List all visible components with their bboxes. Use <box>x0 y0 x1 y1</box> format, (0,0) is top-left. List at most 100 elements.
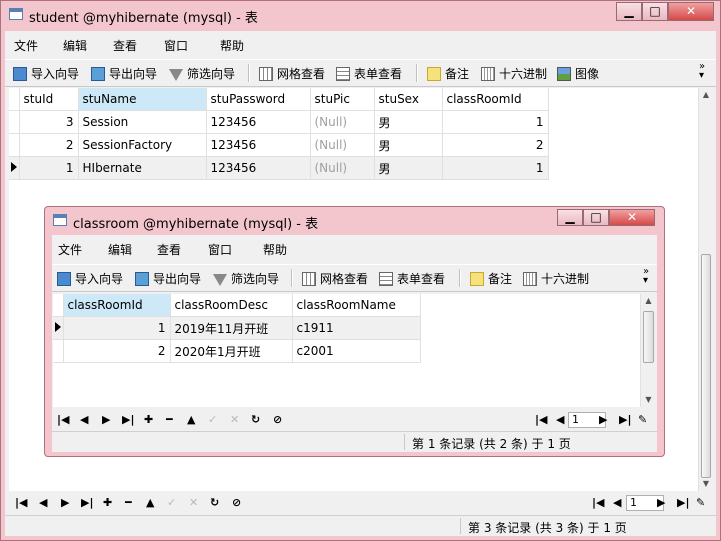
grid-view-button[interactable]: 网格查看 <box>259 65 325 81</box>
table-cell[interactable]: (Null) <box>310 156 375 180</box>
current-row-indicator[interactable] <box>53 316 64 340</box>
close-button[interactable]: ✕ <box>668 2 714 21</box>
scroll-down-icon[interactable]: ▼ <box>699 477 713 491</box>
delete-record-icon[interactable]: ━ <box>125 496 132 509</box>
grid-view-button[interactable]: 网格查看 <box>302 270 368 286</box>
stop-icon[interactable]: ⊘ <box>232 496 241 509</box>
column-header[interactable]: classRoomId <box>442 88 549 111</box>
table-cell[interactable]: 1 <box>442 156 549 180</box>
prev-page-icon[interactable]: ◀ <box>613 496 621 509</box>
menu-view[interactable]: 查看 <box>157 241 181 258</box>
menu-file[interactable]: 文件 <box>14 37 38 54</box>
first-page-icon[interactable]: |◀ <box>592 496 604 509</box>
last-page-icon[interactable]: ▶| <box>619 413 631 426</box>
row-indicator[interactable] <box>9 110 20 134</box>
image-button[interactable]: 图像 <box>557 65 599 81</box>
table-row[interactable]: 3 Session 123456 (Null) 男 1 <box>9 110 549 134</box>
table-cell[interactable]: c2001 <box>292 339 421 363</box>
last-page-icon[interactable]: ▶| <box>677 496 689 509</box>
toolbar-overflow-icon[interactable]: » ▾ <box>643 267 649 286</box>
prev-record-icon[interactable]: ◀ <box>39 496 47 509</box>
first-page-icon[interactable]: |◀ <box>535 413 547 426</box>
memo-button[interactable]: 备注 <box>470 270 512 286</box>
table-cell[interactable]: 1 <box>63 316 171 340</box>
menu-window[interactable]: 窗口 <box>208 241 232 258</box>
menu-help[interactable]: 帮助 <box>263 241 287 258</box>
prev-record-icon[interactable]: ◀ <box>80 413 88 426</box>
form-view-button[interactable]: 表单查看 <box>336 65 402 81</box>
menu-edit[interactable]: 编辑 <box>108 241 132 258</box>
add-record-icon[interactable]: ✚ <box>103 496 112 509</box>
row-indicator[interactable] <box>53 339 64 363</box>
menu-view[interactable]: 查看 <box>113 37 137 54</box>
tools-icon[interactable]: ✎ <box>638 413 647 426</box>
table-cell[interactable]: Session <box>78 110 207 134</box>
scroll-down-icon[interactable]: ▼ <box>641 393 656 407</box>
column-header[interactable]: stuPassword <box>206 88 311 111</box>
table-cell[interactable]: 2 <box>19 133 79 157</box>
table-row[interactable]: 1 HIbernate 123456 (Null) 男 1 <box>9 156 549 180</box>
cancel-icon[interactable]: ✕ <box>189 496 198 509</box>
confirm-icon[interactable]: ✓ <box>167 496 176 509</box>
table-cell[interactable]: 2020年1月开班 <box>170 339 293 363</box>
table-cell[interactable]: 1 <box>442 110 549 134</box>
first-record-icon[interactable]: |◀ <box>15 496 27 509</box>
table-cell[interactable]: 123456 <box>206 156 311 180</box>
prev-page-icon[interactable]: ◀ <box>556 413 564 426</box>
confirm-icon[interactable]: ✓ <box>208 413 217 426</box>
first-record-icon[interactable]: |◀ <box>57 413 69 426</box>
last-record-icon[interactable]: ▶| <box>122 413 134 426</box>
next-record-icon[interactable]: ▶ <box>61 496 69 509</box>
minimize-button[interactable]: ▁ <box>616 2 642 21</box>
table-cell[interactable]: HIbernate <box>78 156 207 180</box>
refresh-icon[interactable]: ↻ <box>210 496 219 509</box>
table-row[interactable]: 2 SessionFactory 123456 (Null) 男 2 <box>9 133 549 157</box>
maximize-button[interactable]: □ <box>583 209 609 226</box>
hex-button[interactable]: 十六进制 <box>523 270 589 286</box>
import-wizard-button[interactable]: 导入向导 <box>57 270 123 286</box>
column-header[interactable]: stuSex <box>374 88 443 111</box>
table-row[interactable]: 1 2019年11月开班 c1911 <box>53 316 421 340</box>
row-indicator[interactable] <box>9 133 20 157</box>
next-page-icon[interactable]: ▶ <box>599 413 607 426</box>
table-cell[interactable]: (Null) <box>310 133 375 157</box>
add-record-icon[interactable]: ✚ <box>144 413 153 426</box>
column-header[interactable]: classRoomName <box>292 294 421 317</box>
table-cell[interactable]: (Null) <box>310 110 375 134</box>
vertical-scrollbar[interactable]: ▲ ▼ <box>640 294 656 407</box>
column-header[interactable]: classRoomId <box>63 294 171 317</box>
minimize-button[interactable]: ▁ <box>557 209 583 226</box>
filter-wizard-button[interactable]: 筛选向导 <box>169 65 235 81</box>
scroll-thumb[interactable] <box>701 254 711 478</box>
next-record-icon[interactable]: ▶ <box>102 413 110 426</box>
table-cell[interactable]: 男 <box>374 133 443 157</box>
table-cell[interactable]: 2 <box>63 339 171 363</box>
apply-icon[interactable]: ▲ <box>187 413 195 426</box>
maximize-button[interactable]: □ <box>642 2 668 21</box>
vertical-scrollbar[interactable]: ▲ ▼ <box>698 88 713 491</box>
table-cell[interactable]: 男 <box>374 156 443 180</box>
menu-help[interactable]: 帮助 <box>220 37 244 54</box>
delete-record-icon[interactable]: ━ <box>166 413 173 426</box>
title-bar[interactable]: student @myhibernate (mysql) - 表 ▁ □ ✕ <box>1 1 720 29</box>
column-header[interactable]: stuId <box>19 88 79 111</box>
table-cell[interactable]: 3 <box>19 110 79 134</box>
tools-icon[interactable]: ✎ <box>696 496 705 509</box>
column-header[interactable]: stuPic <box>310 88 375 111</box>
title-bar[interactable]: classroom @myhibernate (mysql) - 表 ▁ □ ✕ <box>45 207 664 235</box>
table-cell[interactable]: 男 <box>374 110 443 134</box>
table-cell[interactable]: c1911 <box>292 316 421 340</box>
table-row[interactable]: 2 2020年1月开班 c2001 <box>53 339 421 363</box>
current-row-indicator[interactable] <box>9 156 20 180</box>
table-cell[interactable]: SessionFactory <box>78 133 207 157</box>
form-view-button[interactable]: 表单查看 <box>379 270 445 286</box>
last-record-icon[interactable]: ▶| <box>81 496 93 509</box>
close-button[interactable]: ✕ <box>609 209 655 226</box>
import-wizard-button[interactable]: 导入向导 <box>13 65 79 81</box>
column-header[interactable]: stuName <box>78 88 207 111</box>
export-wizard-button[interactable]: 导出向导 <box>135 270 201 286</box>
stop-icon[interactable]: ⊘ <box>273 413 282 426</box>
table-cell[interactable]: 1 <box>19 156 79 180</box>
next-page-icon[interactable]: ▶ <box>657 496 665 509</box>
menu-window[interactable]: 窗口 <box>164 37 188 54</box>
